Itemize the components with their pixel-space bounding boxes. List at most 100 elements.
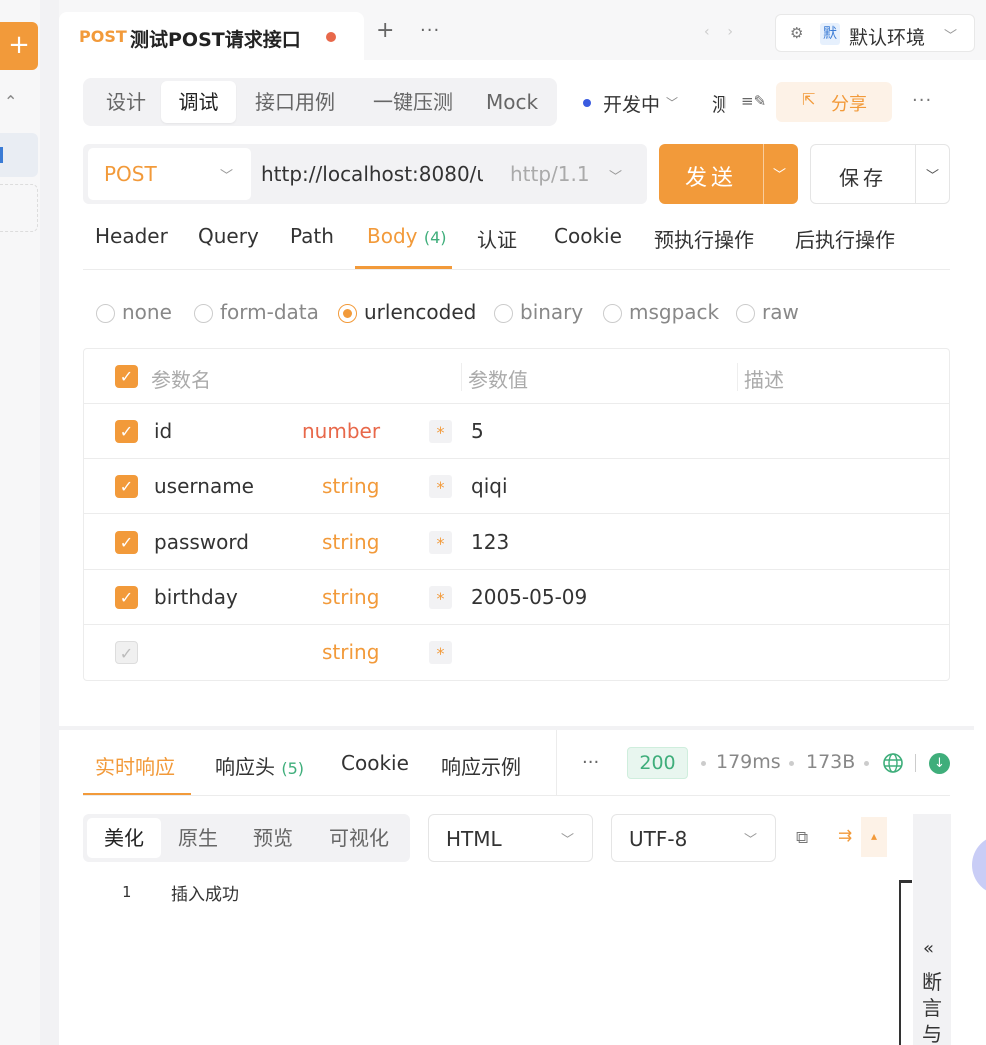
environment-select[interactable]: ⚙ 默 默认环境 ﹀ xyxy=(775,14,975,52)
param-name[interactable]: password xyxy=(154,530,249,554)
tab-test-cases[interactable]: 接口用例 xyxy=(243,81,347,123)
param-value[interactable]: 2005-05-09 xyxy=(471,585,587,609)
send-button[interactable]: 发送 ﹀ xyxy=(659,144,798,204)
tab-design[interactable]: 设计 xyxy=(93,81,159,123)
content-type-select[interactable]: HTML ﹀ xyxy=(428,814,593,862)
format-visualize[interactable]: 可视化 xyxy=(318,818,400,858)
save-options-chevron-icon[interactable]: ﹀ xyxy=(926,165,939,184)
param-name[interactable]: birthday xyxy=(154,585,238,609)
tab-cookie[interactable]: Cookie xyxy=(554,224,622,248)
row-checkbox[interactable]: ✓ xyxy=(115,641,138,664)
status-code-badge: 200 xyxy=(627,747,688,779)
more-options-icon[interactable]: ··· xyxy=(582,752,599,773)
encoding-select[interactable]: UTF-8 ﹀ xyxy=(611,814,776,862)
format-pretty[interactable]: 美化 xyxy=(87,818,161,858)
tab-query[interactable]: Query xyxy=(198,224,259,248)
panel-divider[interactable] xyxy=(59,726,974,730)
select-all-checkbox[interactable]: ✓ xyxy=(115,365,138,388)
param-type[interactable]: number xyxy=(302,419,380,443)
url-input[interactable]: http://localhost:8080/user/add xyxy=(261,162,483,186)
editor-scrollbar[interactable] xyxy=(899,880,912,1045)
environment-gear-icon: ⚙ xyxy=(790,24,804,42)
status-select[interactable]: 开发中 xyxy=(603,90,660,117)
param-name[interactable]: username xyxy=(154,474,254,498)
column-divider xyxy=(461,363,462,391)
tab-pre-script[interactable]: 预执行操作 xyxy=(654,224,754,253)
strip-selected-item[interactable] xyxy=(0,133,38,177)
required-star-icon[interactable]: * xyxy=(429,586,452,609)
tab-live-response[interactable]: 实时响应 xyxy=(95,751,175,780)
save-button[interactable]: 保存 ﹀ xyxy=(810,144,950,204)
param-value[interactable]: qiqi xyxy=(471,474,508,498)
extra-tool-button[interactable]: ▴ xyxy=(861,817,887,857)
row-checkbox[interactable]: ✓ xyxy=(115,475,138,498)
format-preview[interactable]: 预览 xyxy=(240,818,306,858)
sort-icon[interactable]: ⌃ xyxy=(4,92,17,111)
required-star-icon[interactable]: * xyxy=(429,475,452,498)
tab-mock[interactable]: Mock xyxy=(479,81,545,123)
new-item-button[interactable]: + xyxy=(0,22,38,70)
method-select[interactable]: POST ﹀ xyxy=(88,148,251,200)
document-tab[interactable]: POST 测试POST请求接口 xyxy=(59,12,364,60)
download-icon[interactable]: ↓ xyxy=(929,753,950,774)
tab-path[interactable]: Path xyxy=(290,224,334,248)
chevron-down-icon: ﹀ xyxy=(666,96,679,110)
tab-body[interactable]: Body (4) xyxy=(367,224,447,248)
tab-body-count: (4) xyxy=(423,228,447,247)
tab-post-script[interactable]: 后执行操作 xyxy=(795,224,895,253)
format-raw[interactable]: 原生 xyxy=(165,818,231,858)
radio-label: msgpack xyxy=(629,300,720,324)
separator-dot xyxy=(701,761,706,766)
param-type[interactable]: string xyxy=(322,530,379,554)
required-star-icon[interactable]: * xyxy=(429,531,452,554)
more-options-icon[interactable]: ··· xyxy=(912,90,932,111)
send-divider xyxy=(763,144,764,204)
environment-name: 默认环境 xyxy=(849,27,926,49)
share-button[interactable]: ⇱ 分享 xyxy=(776,82,892,122)
radio-circle xyxy=(736,304,755,323)
param-value[interactable]: 123 xyxy=(471,530,509,554)
globe-icon[interactable] xyxy=(882,752,904,774)
param-type[interactable]: string xyxy=(322,640,379,664)
row-checkbox[interactable]: ✓ xyxy=(115,531,138,554)
tab-load-test[interactable]: 一键压测 xyxy=(361,81,465,123)
param-name[interactable]: id xyxy=(154,419,172,443)
save-label: 保存 xyxy=(839,166,887,190)
edit-icon[interactable]: ≡✎ xyxy=(741,92,766,110)
chevron-down-icon: ﹀ xyxy=(609,170,623,185)
send-options-chevron-icon[interactable]: ﹀ xyxy=(773,164,786,183)
separator-dot xyxy=(789,761,794,766)
tab-header[interactable]: Header xyxy=(95,224,168,248)
method-value: POST xyxy=(104,162,157,186)
table-row: ✓ birthday string * 2005-05-09 xyxy=(84,570,949,625)
tab-response-examples[interactable]: 响应示例 xyxy=(441,751,521,780)
param-value[interactable]: 5 xyxy=(471,419,484,443)
required-star-icon[interactable]: * xyxy=(429,641,452,664)
param-type[interactable]: string xyxy=(322,474,379,498)
expand-chevron-icon[interactable]: « xyxy=(923,938,934,959)
tab-debug[interactable]: 调试 xyxy=(161,81,236,123)
tab-response-headers-label: 响应头 xyxy=(215,755,275,779)
tabs-bottom-border xyxy=(83,795,950,796)
tab-response-headers[interactable]: 响应头 (5) xyxy=(215,751,304,780)
more-tabs-icon[interactable]: ··· xyxy=(420,22,440,40)
content-type-value: HTML xyxy=(446,827,502,851)
response-body-line: 插入成功 xyxy=(171,885,239,905)
assertion-side-panel[interactable]: « 断言与 xyxy=(913,814,951,1045)
http-version-select[interactable]: http/1.1 xyxy=(510,162,590,186)
truncated-label: 测试 xyxy=(712,94,726,116)
row-checkbox[interactable]: ✓ xyxy=(115,586,138,609)
tab-response-cookie[interactable]: Cookie xyxy=(341,751,409,775)
table-row: ✓ password string * 123 xyxy=(84,515,949,570)
tab-nav-arrows-icon[interactable]: ‹ › xyxy=(704,24,733,40)
required-star-icon[interactable]: * xyxy=(429,420,452,443)
add-tab-icon[interactable]: + xyxy=(376,20,394,42)
save-divider xyxy=(915,145,916,203)
strip-placeholder xyxy=(0,184,38,232)
tab-auth[interactable]: 认证 xyxy=(477,224,517,253)
copy-icon[interactable]: ⧉ xyxy=(796,828,808,848)
request-tabs: Header Query Path Body (4) 认证 Cookie 预执行… xyxy=(83,214,950,270)
row-checkbox[interactable]: ✓ xyxy=(115,420,138,443)
param-type[interactable]: string xyxy=(322,585,379,609)
wrap-lines-icon[interactable]: ⇉ xyxy=(838,826,852,846)
